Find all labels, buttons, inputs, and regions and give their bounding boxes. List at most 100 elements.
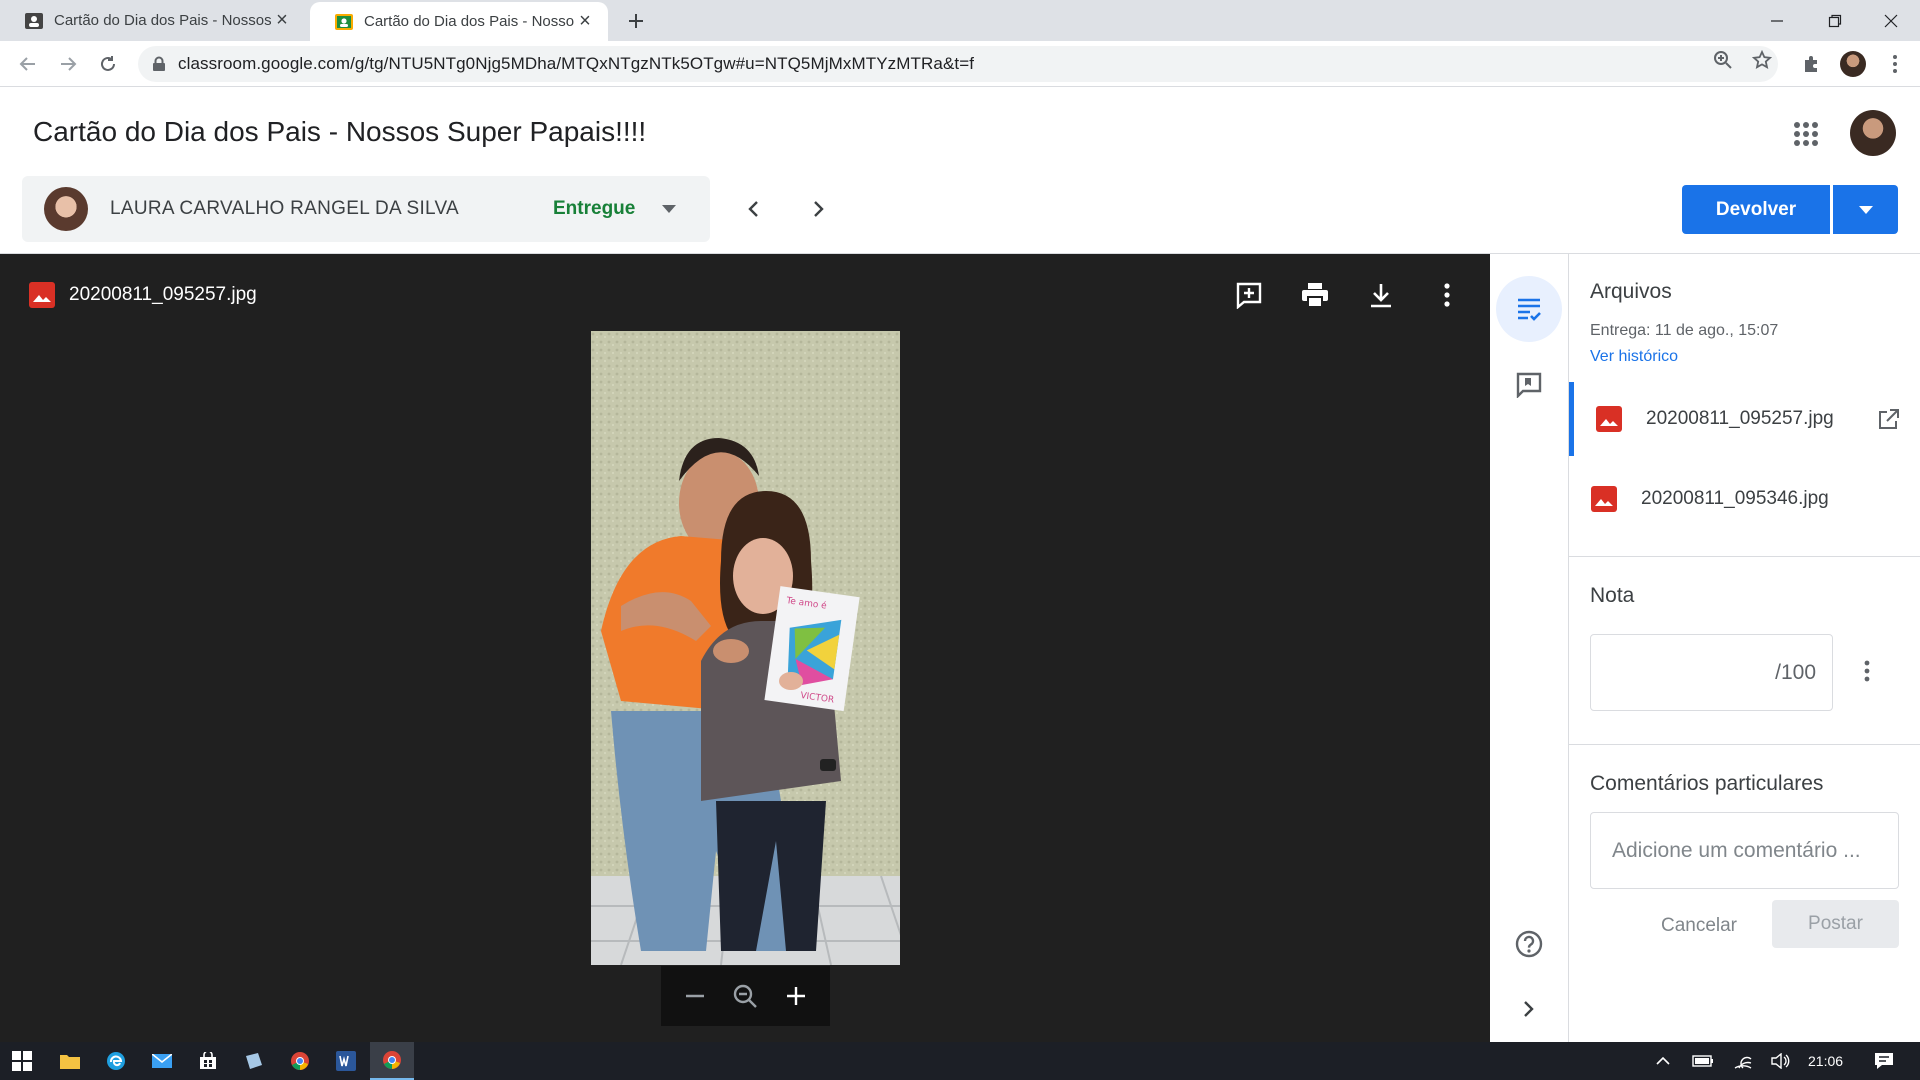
details-panel: Arquivos Entrega: 11 de ago., 15:07 Ver … [1569, 254, 1920, 1042]
windows-logo-icon [12, 1051, 32, 1071]
more-vert-icon [1893, 55, 1897, 73]
puzzle-icon [1805, 56, 1817, 72]
comment-input[interactable]: Adicione um comentário ... [1590, 812, 1899, 889]
student-name: LAURA CARVALHO RANGEL DA SILVA [110, 198, 460, 219]
file-list-item[interactable]: 20200811_095257.jpg [1569, 382, 1920, 456]
history-link[interactable]: Ver histórico [1590, 348, 1678, 366]
image-file-icon [1591, 486, 1617, 512]
close-icon [1884, 14, 1898, 27]
reload-button[interactable] [92, 48, 124, 80]
grade-suffix: /100 [1775, 660, 1816, 684]
start-button[interactable] [0, 1042, 44, 1080]
extensions-button[interactable] [1797, 49, 1827, 79]
lock-icon [153, 56, 165, 71]
file-list-item[interactable]: 20200811_095346.jpg [1569, 462, 1920, 536]
chrome-active-taskbar-button[interactable] [370, 1042, 414, 1080]
print-button[interactable] [1296, 276, 1334, 314]
browser-tab-2[interactable]: Cartão do Dia dos Pais - Nossos Super Pa… [310, 2, 608, 41]
plus-icon [629, 14, 643, 28]
image-file-icon [29, 282, 55, 308]
grade-input[interactable]: /100 [1590, 634, 1833, 711]
return-button[interactable]: Devolver [1682, 185, 1830, 234]
app-button[interactable] [232, 1042, 276, 1080]
chrome-menu-button[interactable] [1880, 49, 1910, 79]
volume-icon[interactable] [1766, 1042, 1796, 1080]
window-close-button[interactable] [1862, 0, 1920, 41]
word-icon [336, 1051, 356, 1071]
apps-grid-icon[interactable] [1792, 120, 1820, 148]
back-button[interactable] [12, 48, 44, 80]
browser-tab-title: Cartão do Dia dos Pais - Nossos Super Pa… [364, 13, 574, 30]
restore-icon [1828, 14, 1842, 27]
notifications-icon[interactable] [1866, 1042, 1902, 1080]
store-button[interactable] [186, 1042, 230, 1080]
wifi-icon[interactable] [1728, 1042, 1758, 1080]
file-explorer-button[interactable] [48, 1042, 92, 1080]
more-vert-icon [1864, 660, 1870, 682]
download-button[interactable] [1362, 276, 1400, 314]
grade-section-title: Nota [1590, 584, 1635, 607]
profile-button[interactable] [1838, 49, 1868, 79]
chrome-icon [383, 1051, 401, 1069]
viewer-file-title: 20200811_095257.jpg [69, 284, 257, 305]
browser-tab-1[interactable]: Cartão do Dia dos Pais - Nossos Super Pa… [0, 0, 305, 41]
forward-button[interactable] [52, 48, 84, 80]
image-file-icon [1596, 406, 1622, 432]
cancel-button[interactable]: Cancelar [1632, 902, 1766, 950]
comments-tab-button[interactable] [1496, 352, 1562, 418]
arrow-right-icon [61, 57, 77, 71]
add-comment-icon [1236, 282, 1262, 309]
store-bag-icon [200, 1052, 216, 1069]
restore-button[interactable] [1806, 0, 1864, 41]
zoom-out-icon[interactable] [684, 985, 706, 1007]
folder-icon [60, 1055, 80, 1069]
open-in-new-icon[interactable] [1874, 404, 1904, 434]
account-avatar[interactable] [1850, 110, 1896, 156]
post-button[interactable]: Postar [1772, 900, 1899, 948]
zoom-reset-icon[interactable] [732, 983, 758, 1009]
grading-header: Cartão do Dia dos Pais - Nossos Super Pa… [0, 88, 1920, 254]
word-button[interactable] [324, 1042, 368, 1080]
zoom-in-icon[interactable] [785, 985, 807, 1007]
edge-button[interactable] [94, 1042, 138, 1080]
expand-panel-button[interactable] [1496, 976, 1562, 1042]
help-button[interactable] [1496, 911, 1562, 977]
new-tab-button[interactable] [622, 7, 650, 35]
grade-more-button[interactable] [1852, 656, 1882, 686]
mail-icon [152, 1054, 172, 1068]
battery-icon[interactable] [1688, 1042, 1718, 1080]
minimize-button[interactable] [1748, 0, 1806, 41]
previous-student-button[interactable] [736, 192, 770, 226]
help-icon [1515, 930, 1543, 958]
chrome-taskbar-button[interactable] [278, 1042, 322, 1080]
feedback-icon [1516, 372, 1542, 398]
tray-overflow-icon[interactable] [1650, 1042, 1676, 1080]
taskbar-clock[interactable]: 21:06 [1808, 1053, 1843, 1069]
zoom-icon[interactable] [1712, 49, 1734, 71]
avatar [1840, 51, 1866, 77]
chevron-down-icon[interactable] [658, 198, 680, 220]
next-student-button[interactable] [802, 192, 836, 226]
close-icon[interactable]: × [574, 10, 596, 33]
submitted-photo: Te amo é VICTOR [591, 331, 900, 965]
viewer-file-name: 20200811_095257.jpg [29, 282, 257, 308]
student-avatar [44, 187, 88, 231]
viewer-more-button[interactable] [1428, 276, 1466, 314]
divider [1569, 556, 1920, 557]
add-comment-button[interactable] [1230, 276, 1268, 314]
files-tab-button[interactable] [1496, 276, 1562, 342]
chrome-icon [291, 1052, 309, 1070]
close-icon[interactable]: × [271, 9, 293, 32]
mail-button[interactable] [140, 1042, 184, 1080]
chevron-down-icon [1858, 205, 1873, 214]
bookmark-star-icon[interactable] [1751, 49, 1773, 71]
return-options-button[interactable] [1833, 185, 1898, 234]
arrow-left-icon [19, 57, 35, 71]
student-selector[interactable]: LAURA CARVALHO RANGEL DA SILVA Entregue [22, 176, 710, 242]
address-bar[interactable]: classroom.google.com/g/tg/NTU5NTg0Njg5MD… [138, 46, 1778, 82]
chevron-right-icon [814, 201, 824, 217]
assignment-list-icon [1518, 298, 1541, 321]
page-title: Cartão do Dia dos Pais - Nossos Super Pa… [33, 116, 647, 147]
private-comments-title: Comentários particulares [1590, 772, 1824, 795]
files-section-title: Arquivos [1590, 280, 1672, 303]
